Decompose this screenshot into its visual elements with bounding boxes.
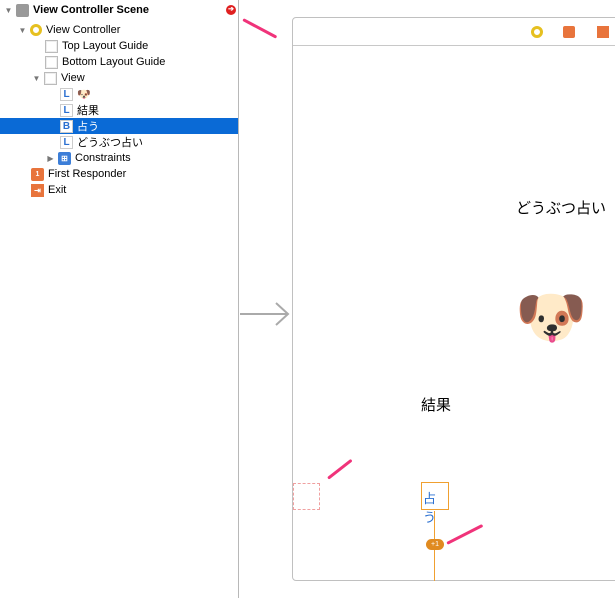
item-label: Top Layout Guide [62,40,149,52]
item-label: First Responder [48,168,127,180]
warning-icon[interactable]: ➔ [226,5,236,15]
result-label[interactable]: 結果 [421,394,451,415]
view-controller-icon[interactable] [531,26,543,38]
layout-guide-icon [45,39,58,53]
scene-icon [16,3,29,17]
layout-guide-icon [45,55,58,69]
item-label: どうぶつ占い [77,137,143,149]
item-label: Constraints [75,152,131,164]
outline-item-view[interactable]: ▼ View [32,70,270,86]
title-label[interactable]: どうぶつ占い [516,197,606,218]
button-label: 占う [423,492,437,526]
item-label: View Controller [46,24,121,36]
view-controller-icon [30,24,42,36]
fortune-button[interactable]: 占う [421,482,449,526]
scene-label: View Controller Scene [33,4,149,16]
exit-icon[interactable] [597,26,609,38]
misplaced-frame-outline [293,483,320,510]
first-responder-icon: 1 [31,167,44,181]
outline-item-view-controller[interactable]: ▼ View Controller [18,22,256,38]
outline-scene-row[interactable]: ▼ View Controller Scene ➔ [4,2,242,18]
label-icon: L [60,103,73,117]
disclosure-triangle-icon[interactable]: ▼ [32,74,41,83]
outline-item-first-responder[interactable]: 1 First Responder [31,166,269,182]
document-outline: ▼ View Controller Scene ➔ ▼ View Control… [0,0,239,598]
emoji-label[interactable]: 🐶 [515,282,587,352]
disclosure-triangle-icon[interactable]: ▶ [46,154,55,163]
entry-point-arrow-icon [240,302,290,326]
exit-icon: ⇥ [31,183,44,197]
outline-item-exit[interactable]: ⇥ Exit [31,182,269,198]
item-label: 結果 [77,105,99,117]
disclosure-triangle-icon[interactable]: ▼ [4,6,13,15]
item-label: Bottom Layout Guide [62,56,166,68]
first-responder-icon[interactable] [563,26,575,38]
view-controller-scene[interactable]: どうぶつ占い 🐶 結果 占う +1 [292,17,615,581]
view-icon [44,71,57,85]
constraint-badge[interactable]: +1 [426,539,444,550]
label-icon: L [60,87,73,101]
item-label: 占う [77,121,99,133]
item-label: 🐶 [77,88,91,101]
item-label: Exit [48,184,67,196]
constraints-icon: ⊞ [58,151,71,165]
label-icon: L [60,135,73,149]
outline-item-button[interactable]: B 占う [0,118,238,134]
disclosure-triangle-icon[interactable]: ▼ [18,26,27,35]
item-label: View [61,72,85,84]
scene-dock [293,18,615,46]
button-icon: B [60,119,73,133]
